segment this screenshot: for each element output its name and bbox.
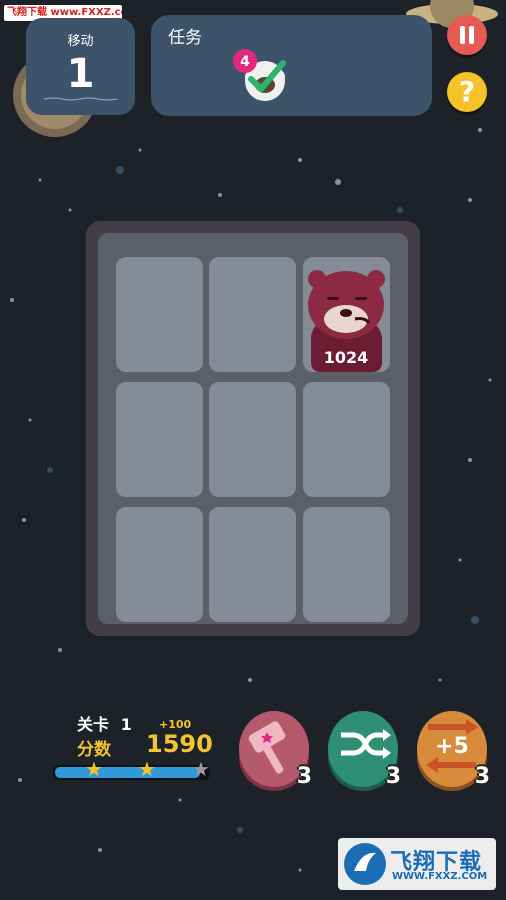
progress-bar: ★ ★ ★ <box>53 759 210 780</box>
task-count: 4 <box>240 54 250 70</box>
pause-icon <box>460 26 474 44</box>
progress-fill <box>55 767 201 778</box>
moves-panel: 移动 1 <box>26 18 135 115</box>
board-cell[interactable] <box>209 257 296 372</box>
pause-button[interactable] <box>447 15 487 55</box>
score-value: 1590 <box>146 730 213 758</box>
plus-five-label: +5 <box>435 734 469 759</box>
tile-1024[interactable]: 1024 <box>303 257 390 372</box>
watermark-bottom: 飞翔下载 WWW.FXXZ.COM <box>338 838 496 890</box>
board-cell[interactable] <box>303 382 390 497</box>
shuffle-booster-button[interactable]: 3 <box>327 705 401 791</box>
board-cell[interactable] <box>116 382 203 497</box>
level-value: 1 <box>120 715 132 734</box>
sheep-check-icon: 4 <box>233 49 286 101</box>
bear-icon: 1024 <box>303 257 390 372</box>
board-cell[interactable] <box>303 507 390 622</box>
game-board: 1024 <box>86 221 420 636</box>
plus-five-count: 3 <box>474 764 490 789</box>
hammer-booster-button[interactable]: 3 <box>238 705 312 791</box>
level-display: 关卡 1 <box>77 711 132 735</box>
task-panel: 任务 4 <box>151 15 432 116</box>
moves-label: 移动 <box>67 34 94 49</box>
wave-decoration <box>44 97 117 101</box>
board-cell[interactable] <box>116 507 203 622</box>
board-cell[interactable] <box>116 257 203 372</box>
level-label: 关卡 <box>77 715 110 734</box>
watermark-url: WWW.FXXZ.COM <box>392 871 488 882</box>
board-cell[interactable] <box>209 382 296 497</box>
help-button[interactable]: ? <box>447 72 487 112</box>
task-label: 任务 <box>168 28 202 48</box>
star-icon: ★ <box>138 757 156 781</box>
star-icon: ★ <box>192 757 210 781</box>
tile-value: 1024 <box>324 348 369 367</box>
plus-five-booster-button[interactable]: +5 3 <box>416 705 490 791</box>
fxxz-logo-icon <box>344 843 386 885</box>
star-icon: ★ <box>85 757 103 781</box>
board-grid: 1024 <box>98 233 408 624</box>
board-cell[interactable] <box>209 507 296 622</box>
moves-value: 1 <box>66 51 95 97</box>
hammer-count: 3 <box>296 764 312 789</box>
shuffle-count: 3 <box>385 764 401 789</box>
